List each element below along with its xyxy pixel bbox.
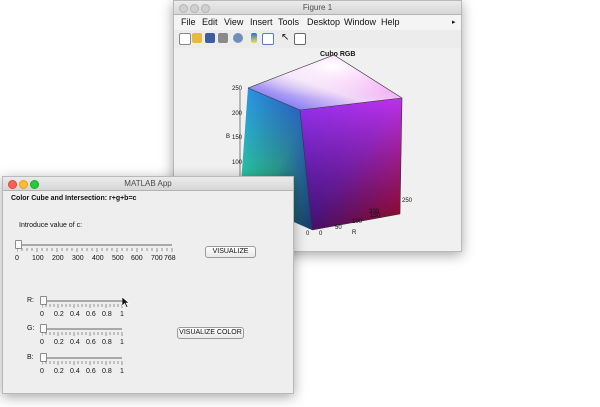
b-tick-100: 100 <box>232 160 243 166</box>
b-tick-150: 150 <box>232 135 243 141</box>
c-tick-768: 768 <box>164 255 176 262</box>
g-tick-0-8: 0.8 <box>102 339 112 346</box>
minimize-button[interactable] <box>19 180 28 189</box>
b-tick-0-8: 0.8 <box>102 368 112 375</box>
g-label: G: <box>27 325 35 332</box>
r-axis-label: R <box>352 230 357 236</box>
r-slider-ticks <box>42 304 123 308</box>
b-axis-label: B <box>226 134 230 140</box>
app-heading: Color Cube and Intersection: r+g+b=c <box>11 195 137 202</box>
zoom-button[interactable] <box>30 180 39 189</box>
b-tick-0-6: 0.6 <box>86 368 96 375</box>
g-slider-ticks <box>42 332 123 336</box>
g-tick-0-6: 0.6 <box>86 339 96 346</box>
b-tick-0: 0 <box>40 368 44 375</box>
g-tick-0-2: 0.2 <box>54 339 64 346</box>
b-label: B: <box>27 354 34 361</box>
r-slider[interactable]: 0 0.2 0.4 0.6 0.8 1 <box>40 296 124 318</box>
zoom-button[interactable] <box>201 4 210 13</box>
r-tick-0-2: 0.2 <box>54 311 64 318</box>
c-tick-100: 100 <box>32 255 44 262</box>
c-tick-500: 500 <box>112 255 124 262</box>
visualize-button[interactable]: VISUALIZE <box>205 246 256 258</box>
b-axis-ticks: 250 200 150 100 50 B <box>226 86 243 190</box>
b-tick-1: 1 <box>120 368 124 375</box>
legend-icon[interactable] <box>262 33 274 45</box>
c-slider-ticks <box>17 248 173 252</box>
g-tick-0-4: 0.4 <box>70 339 80 346</box>
r-tick-250: 250 <box>402 198 413 204</box>
mouse-cursor-icon <box>122 297 130 308</box>
open-file-icon[interactable] <box>192 33 202 43</box>
r-tick-100: 100 <box>352 219 363 225</box>
c-slider[interactable]: 0 100 200 300 400 500 600 700 768 <box>15 240 176 262</box>
c-tick-400: 400 <box>92 255 104 262</box>
r-tick-0-8: 0.8 <box>102 311 112 318</box>
menu-file[interactable]: File <box>181 15 196 30</box>
g-tick-0: 0 <box>306 231 310 237</box>
menu-help[interactable]: Help <box>381 15 400 30</box>
b-tick-0-4: 0.4 <box>70 368 80 375</box>
figure-menubar: File Edit View Insert Tools Desktop Wind… <box>174 15 461 30</box>
app-titlebar[interactable]: MATLAB App <box>3 177 293 191</box>
menu-overflow-icon[interactable]: ▸ <box>452 15 456 30</box>
r-slider-track[interactable] <box>42 300 122 302</box>
app-title: MATLAB App <box>124 179 172 188</box>
close-button[interactable] <box>179 4 188 13</box>
c-tick-700: 700 <box>151 255 163 262</box>
print-icon[interactable] <box>218 33 228 43</box>
r-tick-0-6: 0.6 <box>86 311 96 318</box>
c-tick-300: 300 <box>72 255 84 262</box>
g-tick-1: 1 <box>120 339 124 346</box>
c-prompt-label: Introduce value of c: <box>19 222 83 229</box>
b-slider[interactable]: 0 0.2 0.4 0.6 0.8 1 <box>40 353 124 375</box>
dock-icon[interactable] <box>294 33 306 45</box>
g-tick-0: 0 <box>40 339 44 346</box>
matlab-app-window: MATLAB App Color Cube and Intersection: … <box>2 176 294 394</box>
cube-front-face <box>300 98 402 230</box>
r-tick-0: 0 <box>40 311 44 318</box>
r-tick-1: 1 <box>120 311 124 318</box>
menu-view[interactable]: View <box>224 15 243 30</box>
g-slider-track[interactable] <box>42 328 122 330</box>
r-tick-50: 50 <box>335 225 342 231</box>
r-label: R: <box>27 297 34 304</box>
c-slider-track[interactable] <box>17 244 172 246</box>
figure-toolbar: ↖ <box>174 30 461 49</box>
r-tick-0-4: 0.4 <box>70 311 80 318</box>
zoom-icon[interactable] <box>233 33 243 43</box>
figure-title: Figure 1 <box>302 3 333 12</box>
menu-insert[interactable]: Insert <box>250 15 273 30</box>
b-tick-0-2: 0.2 <box>54 368 64 375</box>
r-tick-0: 0 <box>319 231 323 237</box>
r-tick-150: 150 <box>370 213 381 219</box>
b-slider-track[interactable] <box>42 357 122 359</box>
c-tick-600: 600 <box>131 255 143 262</box>
colorbar-icon[interactable] <box>251 33 257 43</box>
g-slider[interactable]: 0 0.2 0.4 0.6 0.8 1 <box>40 324 124 346</box>
close-button[interactable] <box>8 180 17 189</box>
c-tick-0: 0 <box>15 255 19 262</box>
b-slider-ticks <box>42 361 123 365</box>
save-icon[interactable] <box>205 33 215 43</box>
pointer-icon[interactable]: ↖ <box>281 33 289 43</box>
visualize-color-button[interactable]: VISUALIZE COLOR <box>177 327 244 339</box>
new-figure-icon[interactable] <box>179 33 191 45</box>
figure-titlebar[interactable]: Figure 1 <box>174 1 461 15</box>
menu-window[interactable]: Window <box>344 15 376 30</box>
menu-tools[interactable]: Tools <box>278 15 299 30</box>
minimize-button[interactable] <box>190 4 199 13</box>
menu-edit[interactable]: Edit <box>202 15 218 30</box>
menu-desktop[interactable]: Desktop <box>307 15 340 30</box>
b-tick-200: 200 <box>232 111 243 117</box>
c-tick-200: 200 <box>52 255 64 262</box>
b-tick-250: 250 <box>232 86 243 92</box>
